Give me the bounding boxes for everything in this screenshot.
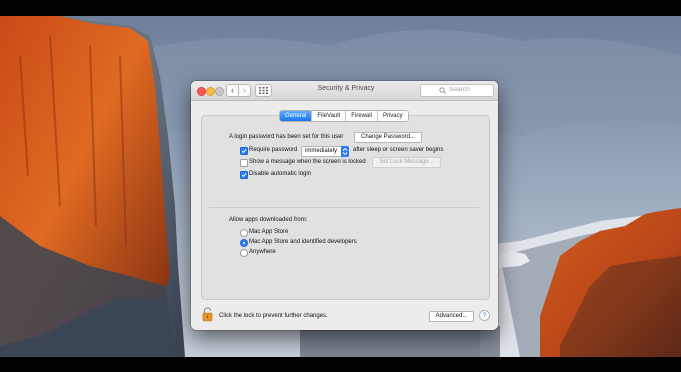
- radio-mac-app-store[interactable]: [240, 229, 248, 237]
- change-password-button[interactable]: Change Password...: [354, 132, 422, 143]
- tab-bar: General FileVault Firewall Privacy: [279, 110, 409, 122]
- disable-autologin-checkbox[interactable]: [240, 171, 248, 179]
- search-input[interactable]: Search: [420, 84, 494, 97]
- require-password-suffix: after sleep or screen saver begins: [353, 147, 444, 153]
- window-title: Security & Privacy: [317, 85, 375, 92]
- checkmark-icon: [241, 149, 247, 154]
- letterbox-bottom: [0, 357, 681, 372]
- show-message-label: Show a message when the screen is locked: [249, 159, 366, 165]
- chevron-right-icon[interactable]: ›: [238, 84, 251, 97]
- security-privacy-window: ‹ › Security & Privacy Search General Fi…: [191, 81, 498, 330]
- advanced-button[interactable]: Advanced...: [429, 311, 474, 322]
- lock-icon[interactable]: [202, 307, 213, 322]
- disable-autologin-label: Disable automatic login: [249, 171, 312, 177]
- section-divider: [209, 207, 479, 208]
- lock-text: Click the lock to prevent further change…: [219, 313, 328, 319]
- radio-identified-developers[interactable]: [240, 239, 248, 247]
- titlebar: ‹ › Security & Privacy Search: [191, 81, 498, 101]
- letterbox-top: [0, 0, 681, 16]
- radio-identified-developers-label: Mac App Store and identified developers: [249, 239, 357, 245]
- zoom-icon[interactable]: [215, 87, 224, 96]
- minimize-icon[interactable]: [206, 87, 215, 96]
- grid-icon[interactable]: [255, 84, 272, 97]
- require-password-value: immediately: [305, 148, 338, 154]
- tab-general[interactable]: General: [280, 111, 312, 121]
- tab-privacy[interactable]: Privacy: [376, 111, 408, 121]
- help-icon[interactable]: ?: [479, 310, 490, 321]
- tab-firewall[interactable]: Firewall: [345, 111, 377, 121]
- tab-filevault[interactable]: FileVault: [311, 111, 345, 121]
- show-message-checkbox[interactable]: [240, 159, 248, 167]
- require-password-checkbox[interactable]: [240, 147, 248, 155]
- radio-anywhere[interactable]: [240, 249, 248, 257]
- chevron-updown-icon: [341, 146, 349, 157]
- login-password-text: A login password has been set for this u…: [229, 134, 344, 140]
- close-icon[interactable]: [197, 87, 206, 96]
- radio-anywhere-label: Anywhere: [249, 249, 276, 255]
- require-password-label: Require password: [249, 147, 298, 153]
- gatekeeper-heading: Allow apps downloaded from:: [229, 217, 308, 223]
- search-icon: [439, 87, 446, 94]
- search-placeholder: Search: [449, 86, 470, 93]
- set-lock-message-button[interactable]: Set Lock Message...: [372, 157, 441, 168]
- checkmark-icon: [241, 173, 247, 178]
- radio-mac-app-store-label: Mac App Store: [249, 229, 289, 235]
- require-password-popup[interactable]: immediately: [301, 146, 349, 157]
